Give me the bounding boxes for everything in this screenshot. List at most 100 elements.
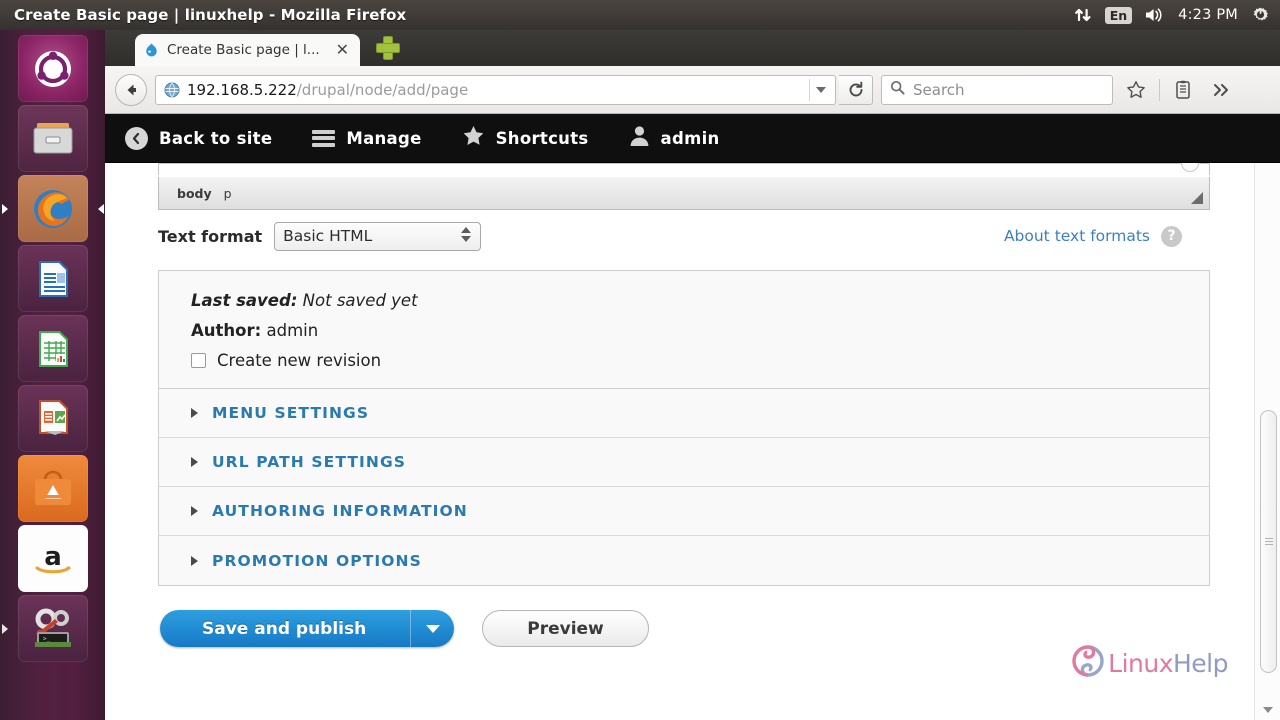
create-new-revision-checkbox[interactable] bbox=[191, 353, 206, 368]
firefox-window: Create Basic page | l... ✕ 192.168.5.222… bbox=[105, 30, 1280, 720]
manage-menu-button[interactable]: Manage bbox=[292, 114, 441, 162]
author-value: admin bbox=[266, 321, 319, 340]
triangle-right-icon bbox=[191, 457, 198, 467]
last-saved-value: Not saved yet bbox=[302, 291, 418, 310]
scroll-down-arrow[interactable] bbox=[1255, 700, 1280, 720]
toolbar-divider bbox=[1159, 78, 1160, 101]
linuxhelp-wordmark: LinuxHelp bbox=[1108, 649, 1228, 678]
section-promotion-options[interactable]: PROMOTION OPTIONS bbox=[159, 536, 1209, 585]
url-path: /drupal/node/add/page bbox=[296, 80, 469, 99]
volume-icon[interactable] bbox=[1145, 7, 1165, 23]
globe-icon bbox=[164, 82, 180, 98]
create-new-revision-row[interactable]: Create new revision bbox=[191, 351, 1209, 370]
window-title: Create Basic page | linuxhelp - Mozilla … bbox=[14, 6, 407, 24]
text-format-row: Text format Basic HTML About text format… bbox=[158, 210, 1210, 262]
launcher-item-files[interactable] bbox=[17, 105, 88, 172]
back-to-site-button[interactable]: Back to site bbox=[105, 114, 292, 162]
editor-corner-nub bbox=[1181, 163, 1199, 172]
navigation-toolbar: 192.168.5.222/drupal/node/add/page Searc… bbox=[105, 66, 1280, 114]
ubuntu-top-panel: Create Basic page | linuxhelp - Mozilla … bbox=[0, 0, 1280, 30]
launcher-item-amazon[interactable]: a bbox=[17, 525, 88, 592]
form-actions: Save and publish Preview bbox=[158, 610, 1210, 647]
gear-power-icon[interactable] bbox=[1251, 6, 1270, 25]
browser-tab[interactable]: Create Basic page | l... ✕ bbox=[135, 34, 360, 66]
node-meta-box: Last saved: Not saved yet Author: admin … bbox=[158, 270, 1210, 389]
section-title: URL PATH SETTINGS bbox=[212, 453, 407, 471]
screen: Create Basic page | linuxhelp - Mozilla … bbox=[0, 0, 1280, 720]
search-icon bbox=[890, 80, 905, 99]
svg-text:a: a bbox=[44, 542, 62, 572]
close-icon[interactable]: ✕ bbox=[333, 42, 352, 58]
launcher-item-libreoffice-calc[interactable] bbox=[17, 315, 88, 382]
wordmark-help: Help bbox=[1173, 648, 1229, 678]
svg-text:>_: >_ bbox=[43, 635, 51, 642]
page-content: body p Text format Basic HTML About text … bbox=[105, 163, 1280, 720]
section-url-path-settings[interactable]: URL PATH SETTINGS bbox=[159, 438, 1209, 487]
page-scrollbar[interactable] bbox=[1254, 163, 1280, 720]
preview-button[interactable]: Preview bbox=[482, 610, 649, 647]
manage-label: Manage bbox=[346, 128, 422, 148]
back-to-site-label: Back to site bbox=[159, 128, 273, 148]
back-arrow-icon[interactable] bbox=[115, 73, 147, 106]
create-new-revision-label: Create new revision bbox=[217, 351, 382, 370]
editor-path-p[interactable]: p bbox=[224, 186, 232, 201]
spinner-updown-icon bbox=[461, 227, 472, 242]
clock[interactable]: 4:23 PM bbox=[1178, 7, 1238, 23]
triangle-right-icon bbox=[191, 506, 198, 516]
shortcuts-label: Shortcuts bbox=[495, 128, 589, 148]
editor-path-body[interactable]: body bbox=[177, 186, 212, 201]
network-updown-icon[interactable] bbox=[1074, 6, 1092, 24]
chevron-double-right-icon[interactable] bbox=[1206, 75, 1236, 105]
linuxhelp-watermark: LinuxHelp bbox=[1071, 644, 1229, 682]
form-sections: MENU SETTINGS URL PATH SETTINGS AUTHORIN… bbox=[158, 389, 1210, 586]
launcher-item-system-settings[interactable]: >_ bbox=[1, 595, 88, 662]
launcher-item-software-center[interactable] bbox=[17, 455, 88, 522]
editor-element-path-bar: body p bbox=[158, 177, 1210, 210]
launcher-item-ubuntu-dash[interactable] bbox=[17, 35, 88, 102]
search-input[interactable]: Search bbox=[881, 74, 1113, 105]
tab-title: Create Basic page | l... bbox=[167, 42, 320, 58]
hamburger-icon bbox=[312, 129, 336, 147]
node-form: body p Text format Basic HTML About text … bbox=[158, 163, 1210, 647]
scrollbar-thumb[interactable] bbox=[1260, 410, 1277, 673]
help-circle-icon[interactable]: ? bbox=[1161, 225, 1182, 247]
editor-bottom-edge bbox=[158, 163, 1210, 175]
hamburger-menu-icon[interactable] bbox=[1244, 80, 1270, 100]
about-text-formats-link[interactable]: About text formats bbox=[1004, 227, 1150, 245]
save-and-publish-label: Save and publish bbox=[160, 610, 411, 647]
author-label: Author: bbox=[191, 321, 262, 340]
save-dropdown-toggle[interactable] bbox=[410, 610, 455, 647]
keyboard-layout-indicator[interactable]: En bbox=[1104, 6, 1133, 24]
new-tab-button[interactable] bbox=[377, 37, 399, 59]
chevron-left-circle-icon bbox=[125, 126, 148, 150]
search-placeholder: Search bbox=[913, 80, 965, 99]
system-tray: En 4:23 PM bbox=[1074, 6, 1280, 25]
section-menu-settings[interactable]: MENU SETTINGS bbox=[159, 389, 1209, 438]
tab-strip: Create Basic page | l... ✕ bbox=[105, 30, 1280, 66]
last-saved-label: Last saved: bbox=[191, 291, 298, 310]
url-host: 192.168.5.222 bbox=[187, 80, 297, 99]
shortcuts-button[interactable]: Shortcuts bbox=[442, 114, 609, 162]
text-format-value: Basic HTML bbox=[283, 227, 373, 245]
linuxhelp-swirl-icon bbox=[1071, 644, 1105, 682]
text-format-select[interactable]: Basic HTML bbox=[274, 221, 482, 251]
resize-grip-icon[interactable] bbox=[1191, 192, 1203, 204]
launcher-item-firefox[interactable] bbox=[1, 175, 104, 242]
save-and-publish-button[interactable]: Save and publish bbox=[160, 610, 455, 647]
reload-icon[interactable] bbox=[839, 74, 873, 105]
url-bar[interactable]: 192.168.5.222/drupal/node/add/page bbox=[155, 74, 836, 105]
section-authoring-information[interactable]: AUTHORING INFORMATION bbox=[159, 487, 1209, 536]
launcher-item-libreoffice-impress[interactable] bbox=[17, 385, 88, 452]
library-icon[interactable] bbox=[1168, 75, 1198, 105]
author-line: Author: admin bbox=[191, 321, 1209, 340]
star-icon bbox=[462, 125, 485, 151]
last-saved-line: Last saved: Not saved yet bbox=[191, 291, 1209, 310]
launcher-item-libreoffice-writer[interactable] bbox=[17, 245, 88, 312]
drupal-droplet-icon bbox=[143, 42, 160, 59]
triangle-right-icon bbox=[191, 555, 198, 566]
triangle-right-icon bbox=[191, 408, 198, 418]
account-label: admin bbox=[660, 128, 720, 148]
star-icon[interactable] bbox=[1121, 75, 1151, 105]
chevron-down-icon[interactable] bbox=[809, 78, 831, 101]
account-button[interactable]: admin bbox=[609, 114, 740, 162]
